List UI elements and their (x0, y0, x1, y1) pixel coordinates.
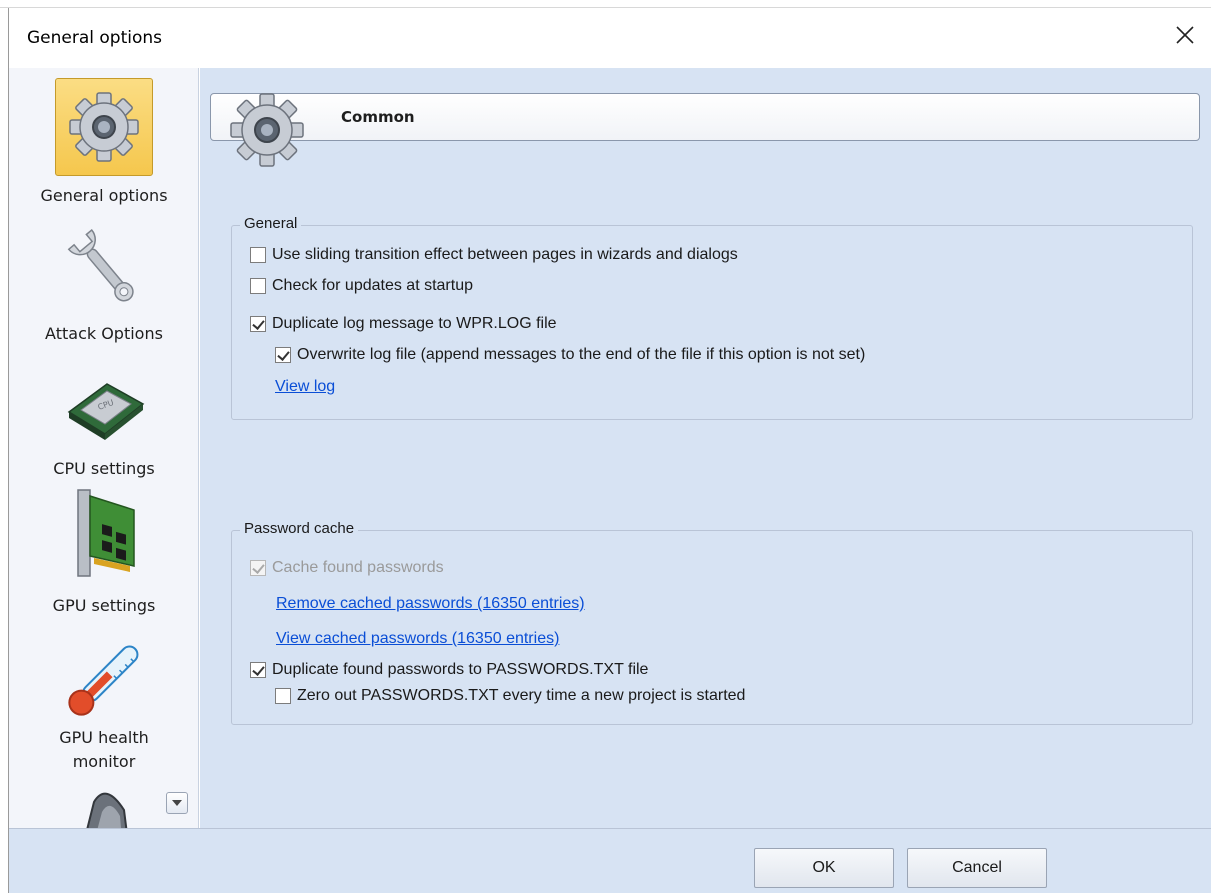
check-updates-option[interactable]: Check for updates at startup (250, 277, 473, 295)
option-label: Duplicate found passwords to PASSWORDS.T… (272, 661, 649, 678)
cache-found-passwords-checkbox (250, 560, 266, 576)
sidebar-item-general-options[interactable]: General options (9, 78, 198, 208)
option-label: Duplicate log message to WPR.LOG file (272, 315, 557, 332)
group-legend: Password cache (240, 520, 359, 537)
thermometer-icon (54, 630, 154, 730)
option-label: Cache found passwords (272, 559, 444, 576)
remove-cached-passwords-link[interactable]: Remove cached passwords (16350 entries) (276, 595, 585, 613)
option-label: Use sliding transition effect between pa… (272, 246, 738, 263)
option-label: Zero out PASSWORDS.TXT every time a new … (297, 687, 746, 704)
sidebar-item-label-line2: monitor (72, 752, 136, 771)
cache-found-passwords-option: Cache found passwords (250, 559, 444, 577)
close-button[interactable] (1172, 22, 1198, 48)
page-title: Common (341, 108, 415, 126)
view-cached-passwords-link[interactable]: View cached passwords (16350 entries) (276, 630, 559, 648)
cancel-button[interactable]: Cancel (907, 848, 1047, 888)
page-header: Common (210, 93, 1200, 167)
speaker-icon (54, 782, 154, 828)
chevron-down-icon (172, 800, 182, 806)
dialog-footer: OK Cancel (9, 828, 1211, 893)
ok-button[interactable]: OK (754, 848, 894, 888)
sidebar-item-gpu-settings[interactable]: GPU settings (9, 484, 198, 615)
group-legend: General (240, 215, 302, 232)
overwrite-log-checkbox[interactable] (275, 347, 291, 363)
sidebar-scroll-down-button[interactable] (166, 792, 188, 814)
duplicate-passwords-checkbox[interactable] (250, 662, 266, 678)
sidebar-item-label: GPU settings (52, 596, 156, 615)
gear-icon (55, 78, 153, 176)
overwrite-log-option[interactable]: Overwrite log file (append messages to t… (275, 346, 865, 364)
dialog-title: General options (27, 28, 163, 48)
sidebar-item-label: General options (40, 186, 168, 205)
sliding-transition-option[interactable]: Use sliding transition effect between pa… (250, 246, 738, 264)
cpu-chip-icon: CPU (54, 354, 154, 454)
sidebar-item-gpu-health-monitor[interactable]: GPU health monitor (9, 630, 198, 780)
wrench-icon (54, 218, 154, 318)
gear-icon (225, 88, 309, 172)
sidebar-item-label: CPU settings (53, 459, 155, 478)
options-content-panel: Common General Use sliding transition ef… (200, 68, 1211, 828)
sliding-transition-checkbox[interactable] (250, 247, 266, 263)
check-updates-checkbox[interactable] (250, 278, 266, 294)
sidebar-item-label: Attack Options (45, 324, 163, 343)
password-cache-group: Password cache Cache found passwords Rem… (231, 520, 1193, 725)
background-window-strip (0, 0, 1211, 8)
duplicate-log-checkbox[interactable] (250, 316, 266, 332)
sidebar-item-label-line1: GPU health (59, 728, 149, 747)
general-group: General Use sliding transition effect be… (231, 215, 1193, 420)
zero-out-passwords-checkbox[interactable] (275, 688, 291, 704)
zero-out-passwords-option[interactable]: Zero out PASSWORDS.TXT every time a new … (275, 687, 745, 705)
view-log-link[interactable]: View log (275, 378, 335, 396)
general-options-dialog: General options General options Attack O… (8, 8, 1211, 893)
title-bar: General options (9, 8, 1211, 68)
duplicate-log-option[interactable]: Duplicate log message to WPR.LOG file (250, 315, 557, 333)
sidebar-item-cpu-settings[interactable]: CPU CPU settings (9, 354, 198, 484)
duplicate-passwords-option[interactable]: Duplicate found passwords to PASSWORDS.T… (250, 661, 648, 679)
option-label: Overwrite log file (append messages to t… (297, 346, 866, 363)
option-label: Check for updates at startup (272, 277, 473, 294)
gpu-card-icon (54, 484, 154, 584)
close-icon (1176, 26, 1194, 44)
sidebar-item-attack-options[interactable]: Attack Options (9, 218, 198, 348)
options-sidebar: General options Attack Options CPU CPU s… (9, 68, 199, 828)
